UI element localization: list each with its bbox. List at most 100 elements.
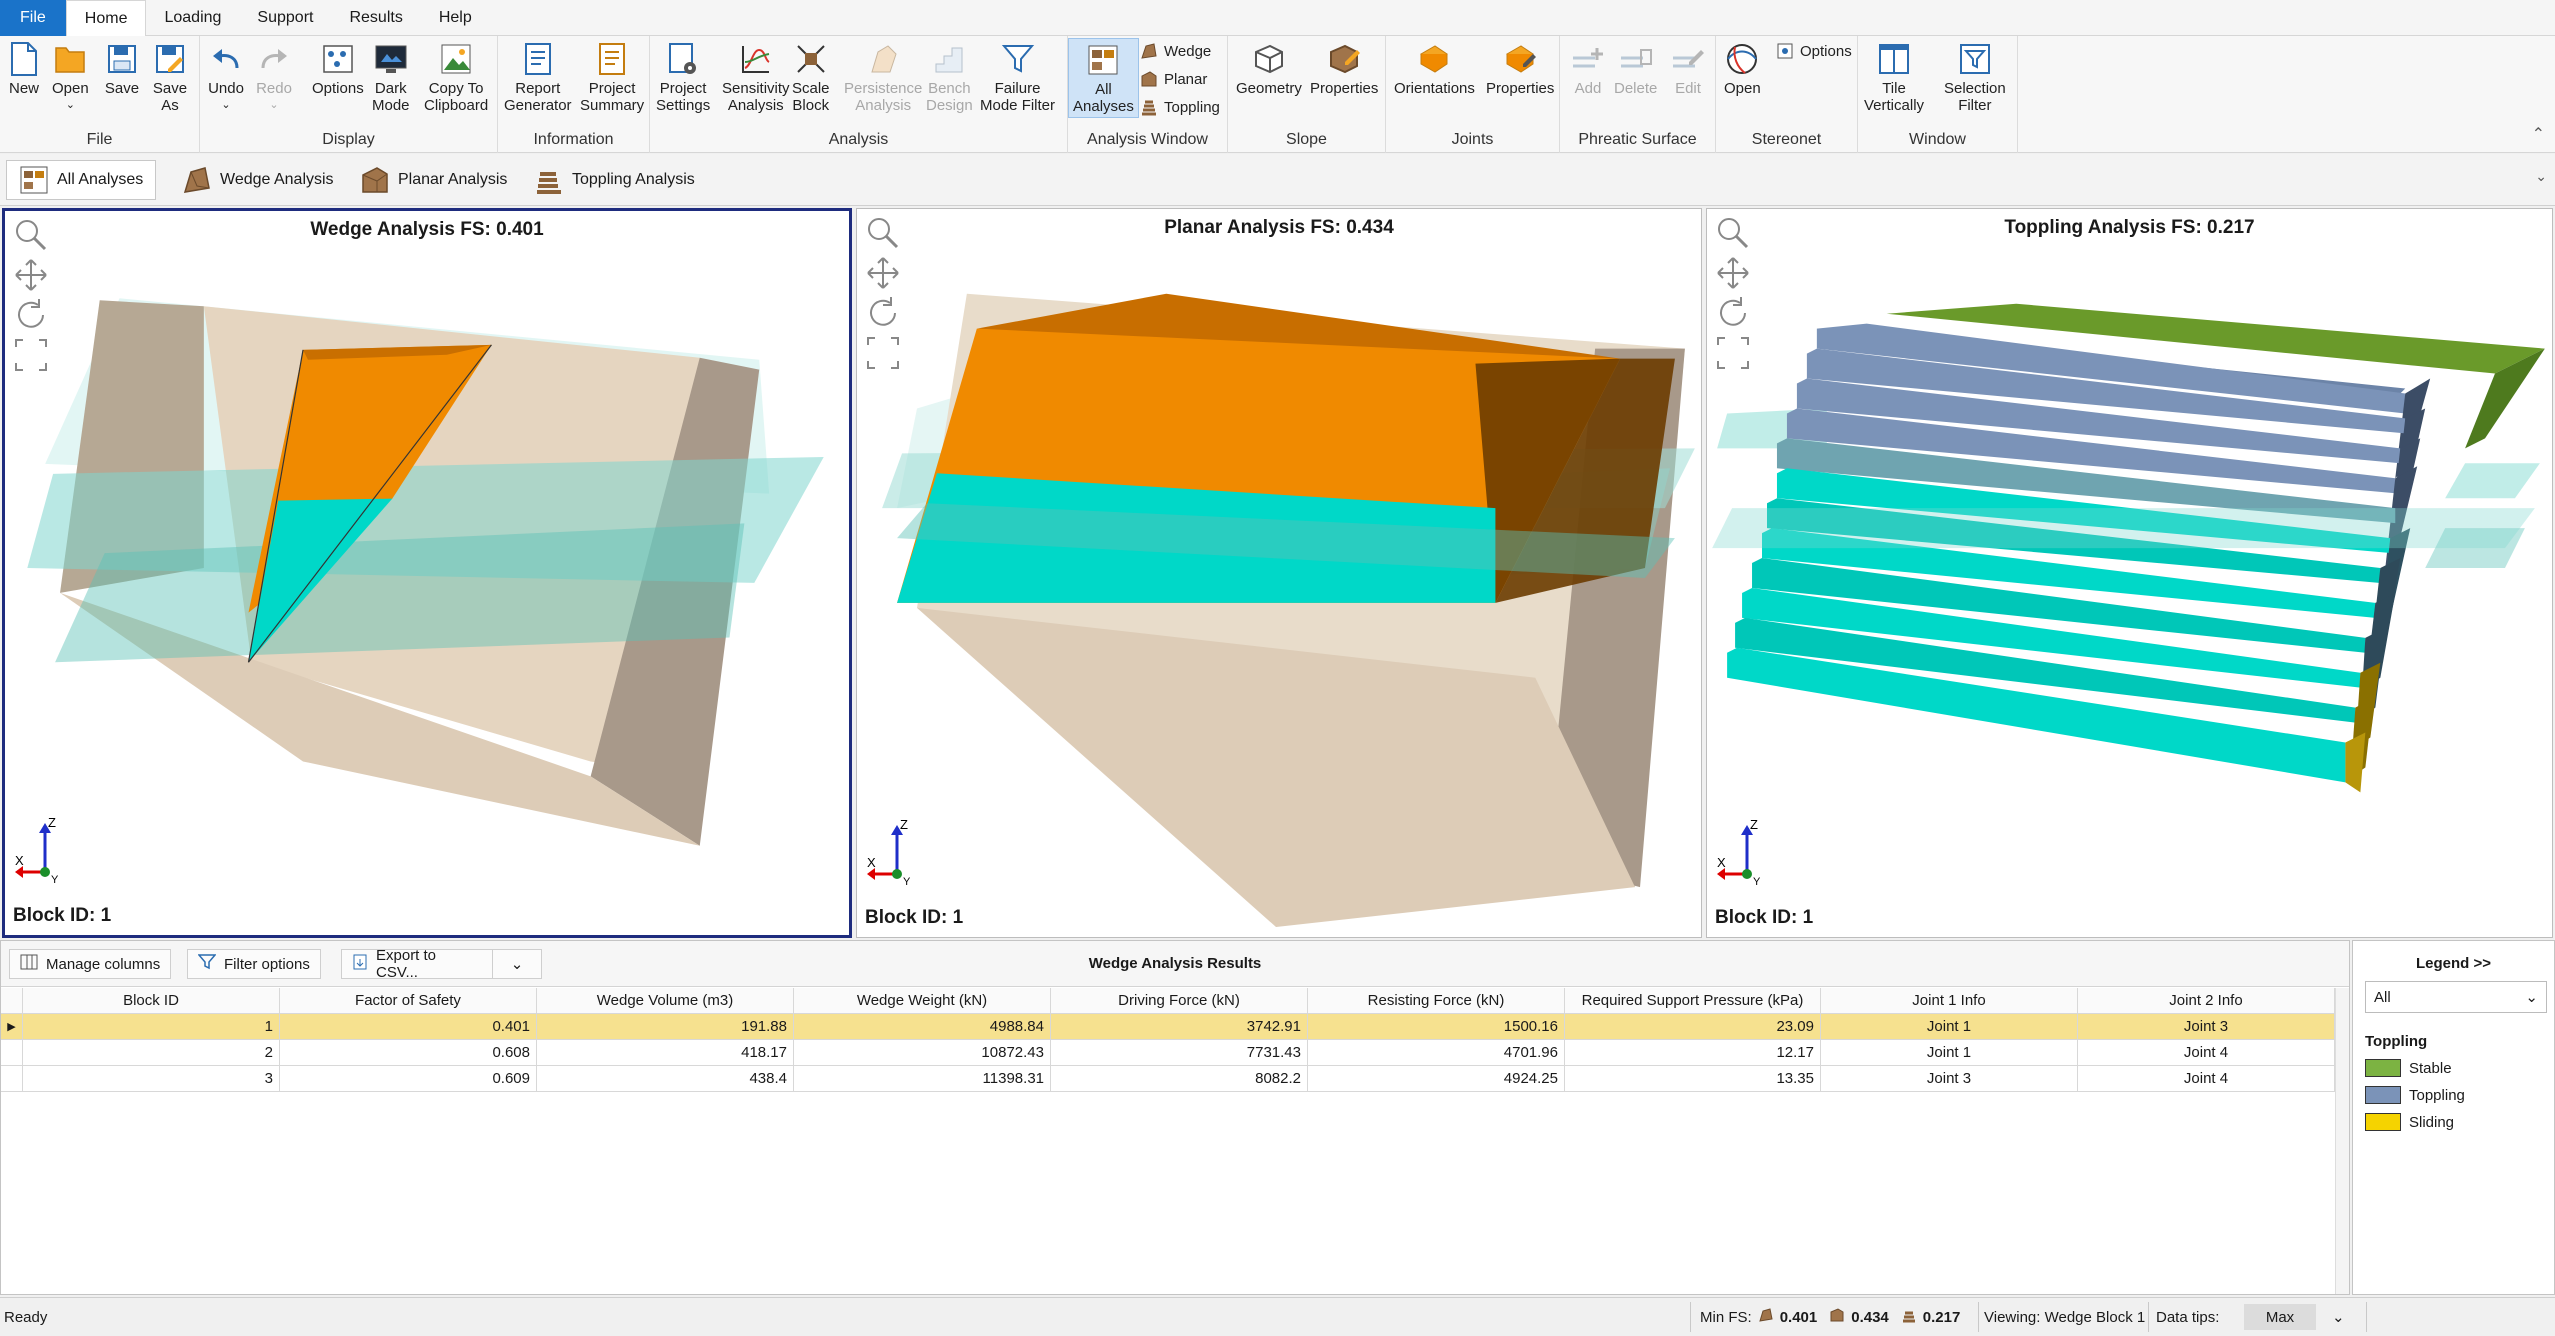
redo-button[interactable]: Redo ⌄ [256,40,292,114]
table-cell[interactable]: 12.17 [1565,1040,1821,1065]
save-as-button[interactable]: Save As [152,40,188,114]
column-header[interactable]: Driving Force (kN) [1051,988,1308,1013]
table-row[interactable]: 3 0.609 438.4 11398.31 8082.2 4924.25 13… [1,1066,2336,1092]
table-cell[interactable]: Joint 4 [2078,1066,2335,1091]
table-cell[interactable]: 8082.2 [1051,1066,1308,1091]
table-cell[interactable]: 1500.16 [1308,1014,1565,1039]
persistence-analysis-button[interactable]: Persistence Analysis [844,40,922,114]
joint-properties-button[interactable]: Properties [1486,40,1554,97]
table-cell[interactable]: Joint 1 [1821,1014,2078,1039]
pan-icon[interactable] [1715,255,1751,291]
table-cell[interactable]: 0.401 [280,1014,537,1039]
all-analyses-button[interactable]: All Analyses [1068,38,1139,118]
column-header[interactable]: Wedge Volume (m3) [537,988,794,1013]
data-tips-select[interactable]: Max [2244,1304,2316,1330]
zoom-extents-icon[interactable] [865,335,901,371]
copy-to-clipboard-button[interactable]: Copy To Clipboard [424,40,488,114]
collapse-ribbon-icon[interactable]: ⌃ [2532,124,2545,144]
column-header[interactable]: Joint 1 Info [1821,988,2078,1013]
joint-orientations-button[interactable]: Orientations [1394,40,1475,97]
zoom-icon[interactable] [865,215,901,251]
chevron-down-icon[interactable]: ⌄ [2332,1298,2345,1336]
rotate-icon[interactable] [13,297,49,333]
table-row[interactable]: ▶ 1 0.401 191.88 4988.84 3742.91 1500.16… [1,1014,2336,1040]
column-header[interactable]: Block ID [23,988,280,1013]
report-generator-button[interactable]: Report Generator [504,40,572,114]
menu-results[interactable]: Results [331,0,420,36]
toppling-analysis-viewport[interactable]: Toppling Analysis FS: 0.217 Z X Y Block … [1706,208,2553,938]
manage-columns-button[interactable]: Manage columns [9,949,172,979]
column-header[interactable]: Required Support Pressure (kPa) [1565,988,1821,1013]
stereonet-options-button[interactable]: Options [1776,42,1852,60]
planar-analysis-viewport[interactable]: Planar Analysis FS: 0.434 Z X Y Block ID… [856,208,1702,938]
export-csv-button[interactable]: Export to CSV... [341,947,493,981]
table-cell[interactable]: 0.608 [280,1040,537,1065]
scale-block-button[interactable]: Scale Block [792,40,830,114]
bench-design-button[interactable]: Bench Design [926,40,973,114]
table-cell[interactable]: 23.09 [1565,1014,1821,1039]
table-cell[interactable]: Joint 3 [2078,1014,2335,1039]
tab-toppling-analysis[interactable]: Toppling Analysis [522,160,707,200]
table-cell[interactable]: 438.4 [537,1066,794,1091]
rotate-icon[interactable] [865,295,901,331]
table-cell[interactable]: 191.88 [537,1014,794,1039]
table-cell[interactable]: 3742.91 [1051,1014,1308,1039]
table-cell[interactable]: 3 [23,1066,280,1091]
table-cell[interactable]: Joint 1 [1821,1040,2078,1065]
phreatic-add-button[interactable]: Add [1570,40,1606,97]
table-cell[interactable]: 10872.43 [794,1040,1051,1065]
save-button[interactable]: Save [104,40,140,97]
toppling-window-button[interactable]: Toppling [1140,98,1220,116]
open-button[interactable]: Open ⌄ [52,40,89,114]
legend-toggle[interactable]: Legend >> [2353,955,2554,972]
toppling-3d-scene[interactable] [1707,209,2552,937]
column-header[interactable]: Resisting Force (kN) [1308,988,1565,1013]
zoom-extents-icon[interactable] [1715,335,1751,371]
menu-home[interactable]: Home [65,0,147,36]
phreatic-delete-button[interactable]: Delete [1614,40,1657,97]
undo-button[interactable]: Undo ⌄ [208,40,244,114]
legend-filter-select[interactable]: All ⌄ [2365,981,2547,1013]
tile-vertically-button[interactable]: Tile Vertically [1864,40,1924,114]
menu-support[interactable]: Support [239,0,331,36]
export-dropdown-button[interactable]: ⌄ [492,949,542,979]
table-cell[interactable]: 418.17 [537,1040,794,1065]
sensitivity-analysis-button[interactable]: Sensitivity Analysis [722,40,790,114]
menu-loading[interactable]: Loading [146,0,239,36]
slope-geometry-button[interactable]: Geometry [1236,40,1302,97]
table-cell[interactable]: 0.609 [280,1066,537,1091]
table-cell[interactable]: 7731.43 [1051,1040,1308,1065]
wedge-window-button[interactable]: Wedge [1140,42,1211,60]
options-button[interactable]: Options [312,40,364,97]
tab-list-dropdown-icon[interactable]: ⌄ [2535,168,2547,185]
menu-file[interactable]: File [0,0,66,36]
table-cell[interactable]: 4701.96 [1308,1040,1565,1065]
table-cell[interactable]: 4924.25 [1308,1066,1565,1091]
table-cell[interactable]: 2 [23,1040,280,1065]
selection-filter-button[interactable]: Selection Filter [1944,40,2006,114]
rotate-icon[interactable] [1715,295,1751,331]
tab-planar-analysis[interactable]: Planar Analysis [348,160,519,200]
tab-wedge-analysis[interactable]: Wedge Analysis [170,160,346,200]
filter-options-button[interactable]: Filter options [187,949,321,979]
zoom-extents-icon[interactable] [13,337,49,373]
table-cell[interactable]: 4988.84 [794,1014,1051,1039]
table-row[interactable]: 2 0.608 418.17 10872.43 7731.43 4701.96 … [1,1040,2336,1066]
column-header[interactable]: Wedge Weight (kN) [794,988,1051,1013]
zoom-icon[interactable] [13,217,49,253]
menu-help[interactable]: Help [421,0,490,36]
wedge-analysis-viewport[interactable]: Wedge Analysis FS: 0.401 Z X Y Block ID:… [2,208,852,938]
stereonet-open-button[interactable]: Open [1724,40,1761,97]
tab-all-analyses[interactable]: All Analyses [6,160,157,200]
new-button[interactable]: New [6,40,42,97]
wedge-3d-scene[interactable] [5,211,849,935]
table-cell[interactable]: 1 [23,1014,280,1039]
planar-window-button[interactable]: Planar [1140,70,1207,88]
dark-mode-button[interactable]: Dark Mode [372,40,410,114]
zoom-icon[interactable] [1715,215,1751,251]
pan-icon[interactable] [13,257,49,293]
phreatic-edit-button[interactable]: Edit [1670,40,1706,97]
planar-3d-scene[interactable] [857,209,1701,937]
table-cell[interactable]: Joint 3 [1821,1066,2078,1091]
project-settings-button[interactable]: Project Settings [656,40,710,114]
